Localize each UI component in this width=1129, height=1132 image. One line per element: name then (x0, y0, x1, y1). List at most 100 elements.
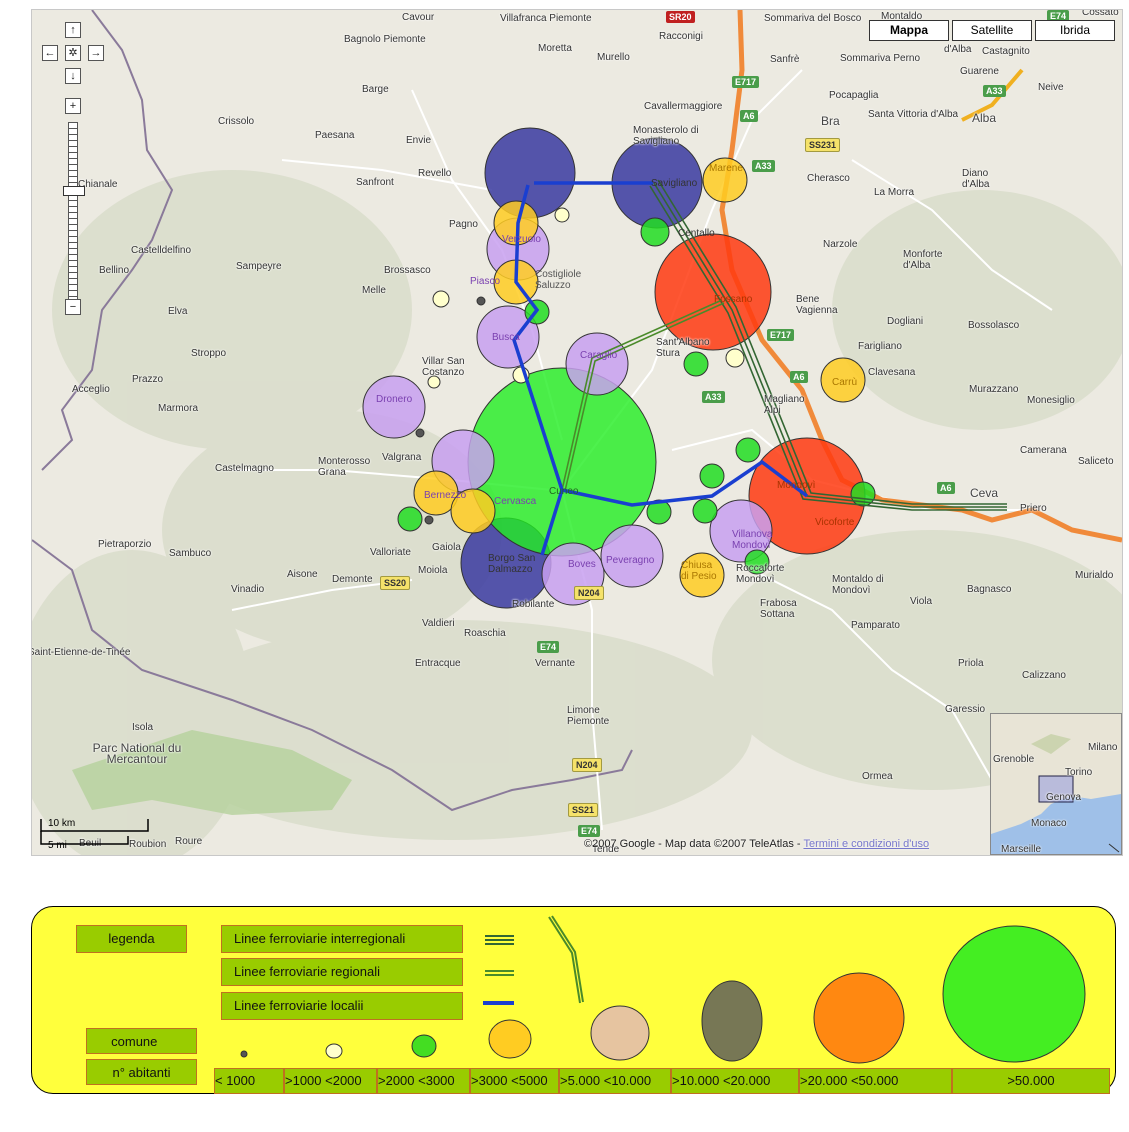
place-label: Murazzano (969, 384, 1019, 395)
place-label: Castelldelfino (131, 245, 192, 256)
place-label: Camerana (1020, 445, 1067, 456)
zoom-out-button[interactable]: − (65, 299, 81, 315)
comune-label: Busca (492, 332, 520, 343)
comune-label: Chiusa di Pesio (681, 560, 717, 582)
place-label: Vinadio (231, 584, 265, 595)
place-label: Bagnolo Piemonte (344, 34, 426, 45)
scale-bar: 10 km 5 mi (38, 818, 158, 853)
pan-up-button[interactable]: ↑ (65, 22, 81, 38)
road-shield: SR20 (666, 11, 695, 23)
place-label: Murello (597, 52, 630, 63)
comune-label: Bernezzo (424, 490, 467, 501)
place-label: Cavallermaggiore (644, 101, 723, 112)
zoom-slider-handle[interactable] (63, 186, 85, 196)
comune-label: Borgo San Dalmazzo (488, 553, 536, 575)
size-class-label: >10.000 <20.000 (671, 1068, 799, 1094)
place-label: Aisone (287, 569, 318, 580)
size-class-label: < 1000 (214, 1068, 284, 1094)
place-label: Diano d'Alba (962, 168, 990, 190)
place-label: Marmora (158, 403, 199, 414)
road-shield: A6 (937, 482, 955, 494)
overview-place: Milano (1088, 742, 1118, 753)
road-shield: N204 (574, 586, 604, 600)
road-shield: SS20 (380, 576, 411, 590)
place-label: Bene Vagienna (796, 294, 838, 316)
map-view[interactable]: Cavour Villafranca Piemonte Racconigi So… (31, 9, 1123, 856)
place-label: Pietraporzio (98, 539, 152, 550)
pan-center-button[interactable]: ✲ (65, 45, 81, 61)
size-class-icon-1000-2000 (325, 1043, 343, 1059)
comune-label: Verzuolo (502, 234, 541, 245)
place-label: Robilante (512, 599, 555, 610)
map-type-button-mappa[interactable]: Mappa (869, 20, 949, 41)
size-class-label: >20.000 <50.000 (799, 1068, 952, 1094)
size-class-label: >2000 <3000 (377, 1068, 470, 1094)
place-label: Limone Piemonte (567, 705, 610, 727)
comune-label: comune (86, 1028, 197, 1054)
comune-label: Marene (709, 163, 743, 174)
size-class-icon-2000-3000 (411, 1034, 437, 1058)
place-label: Bagnasco (967, 584, 1012, 595)
place-label: Ormea (862, 771, 893, 782)
place-label: Alba (972, 111, 997, 125)
size-class-label: >1000 <2000 (284, 1068, 377, 1094)
zoom-in-button[interactable]: + (65, 98, 81, 114)
place-label: Neive (1038, 82, 1064, 93)
map-type-button-ibrida[interactable]: Ibrida (1035, 20, 1115, 41)
place-label: Calizzano (1022, 670, 1066, 681)
place-label: Murialdo (1075, 570, 1114, 581)
comune-label: Vicoforte (815, 517, 855, 528)
abitanti-label: n° abitanti (86, 1059, 197, 1085)
place-label: Racconigi (659, 31, 703, 42)
size-class-icon-lt1000 (240, 1050, 248, 1058)
comune-label: Cuneo (549, 486, 579, 497)
place-label: Acceglio (72, 384, 110, 395)
place-label: Garessio (945, 704, 986, 715)
road-shield: E74 (578, 825, 601, 837)
road-shield: A33 (702, 391, 725, 403)
place-label: Vernante (535, 658, 576, 669)
road-shield: SS21 (568, 803, 599, 817)
place-label: Crissolo (218, 116, 255, 127)
legend-regional-track-icon (548, 915, 584, 1004)
place-label: Cherasco (807, 173, 850, 184)
size-class-icon-3000-5000 (488, 1019, 532, 1059)
map-type-button-satellite[interactable]: Satellite (952, 20, 1032, 41)
scale-km-label: 10 km (48, 818, 76, 829)
legend-panel: legenda Linee ferroviarie interregionali… (31, 906, 1116, 1094)
size-class-label: >3000 <5000 (470, 1068, 559, 1094)
place-label: Cavour (402, 12, 435, 23)
place-label: Castelmagno (215, 463, 274, 474)
place-label: Villafranca Piemonte (500, 13, 592, 24)
place-label: Envie (406, 135, 432, 146)
place-label: Valgrana (382, 452, 422, 463)
place-label: Elva (168, 306, 188, 317)
pan-right-button[interactable]: → (88, 45, 104, 61)
comune-label: Carrù (832, 377, 858, 388)
pan-left-button[interactable]: ← (42, 45, 58, 61)
place-label: Sant'Albano Stura (656, 337, 710, 359)
place-label: Paesana (315, 130, 355, 141)
place-label: Prazzo (132, 374, 164, 385)
place-label: Priero (1020, 503, 1047, 514)
place-label: Gaiola (432, 542, 461, 553)
place-label: Valloriate (370, 547, 411, 558)
size-class-icon-5000-10000 (590, 1005, 650, 1061)
place-label: Parc National du Mercantour (92, 741, 182, 766)
place-label: Saint-Etienne-de-Tinée (31, 647, 131, 658)
place-label: Farigliano (858, 341, 902, 352)
pan-down-button[interactable]: ↓ (65, 68, 81, 84)
place-label: Sommariva Perno (840, 53, 921, 64)
terms-link[interactable]: Termini e condizioni d'uso (803, 838, 929, 850)
place-label: Sampeyre (236, 261, 282, 272)
road-shield: E717 (732, 76, 760, 88)
place-label: Guarene (960, 66, 999, 77)
place-label: Roccaforte Mondovì (736, 563, 785, 585)
zoom-slider-track[interactable] (68, 122, 78, 300)
road-shield: A33 (752, 160, 775, 172)
place-label: Monforte d'Alba (903, 249, 943, 271)
overview-map[interactable]: Milano Torino Grenoble Genova Monaco Mar… (990, 713, 1122, 855)
comune-label: Caraglio (580, 350, 618, 361)
place-label: Moretta (538, 43, 572, 54)
size-class-icon-gt50000 (942, 925, 1086, 1063)
